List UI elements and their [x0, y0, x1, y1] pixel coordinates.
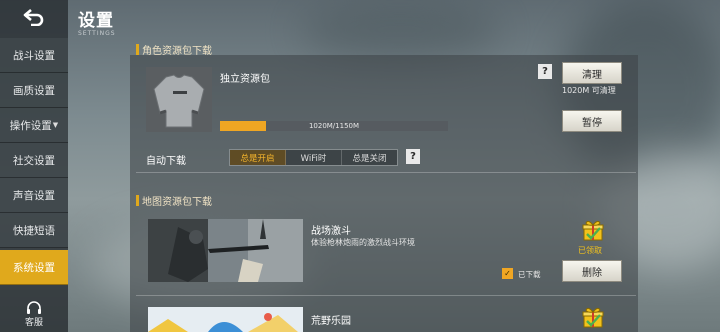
pack-name: 独立资源包 — [220, 74, 270, 85]
section-title-text: 角色资源包下载 — [142, 46, 212, 57]
progress-text: 1020M/1150M — [308, 122, 360, 130]
role-pack-thumbnail — [146, 67, 212, 132]
page-title: 设置 — [78, 11, 114, 31]
sidebar-item-graphics[interactable]: 画质设置 — [0, 73, 68, 108]
section-title-map-pack: 地图资源包下载 — [136, 193, 212, 208]
gift-icon — [582, 220, 604, 241]
sidebar-item-controls[interactable]: 操作设置 ▼ — [0, 108, 68, 143]
sidebar-item-label: 系统设置 — [13, 261, 55, 274]
map-title: 战场激斗 — [311, 226, 351, 237]
auto-download-label: 自动下载 — [146, 156, 186, 167]
page-subtitle: SETTINGS — [78, 30, 116, 37]
sidebar-item-combat[interactable]: 战斗设置 — [0, 38, 68, 73]
auto-download-help-button[interactable]: ? — [406, 149, 420, 164]
sidebar-item-label: 快捷短语 — [13, 224, 55, 237]
auto-download-toggle: 总是开启 WiFi时 总是关闭 — [229, 149, 398, 166]
section-title-text: 地图资源包下载 — [142, 197, 212, 208]
sidebar-item-label: 声音设置 — [13, 189, 55, 202]
headset-icon — [27, 300, 41, 314]
checkmark-icon: ✓ — [504, 269, 511, 278]
sidebar-item-label: 操作设置 — [9, 119, 52, 132]
map-description: 体验枪林炮雨的激烈战斗环境 — [311, 238, 415, 247]
help-button[interactable]: ? — [538, 64, 552, 79]
shirt-image — [146, 67, 212, 132]
header: 设置 SETTINGS — [78, 6, 116, 37]
customer-service-button[interactable]: 客服 — [0, 296, 68, 332]
sidebar: 战斗设置 画质设置 操作设置 ▼ 社交设置 声音设置 快捷短语 系统设置 客服 — [0, 0, 68, 332]
claimed-label: 已领取 — [578, 246, 602, 255]
sidebar-item-label: 画质设置 — [13, 84, 55, 97]
sidebar-item-system[interactable]: 系统设置 — [0, 250, 68, 285]
downloaded-label: 已下载 — [518, 270, 541, 279]
background-shape — [300, 0, 500, 60]
map-thumbnail-wild-park — [148, 307, 303, 332]
clear-button[interactable]: 清理 — [562, 62, 622, 84]
sidebar-item-label: 战斗设置 — [13, 49, 55, 62]
option-always-off[interactable]: 总是关闭 — [342, 150, 397, 165]
gift-icon — [582, 307, 604, 328]
colorful-scene-image — [148, 307, 303, 332]
delete-button[interactable]: 删除 — [562, 260, 622, 282]
back-button[interactable] — [0, 0, 68, 34]
back-arrow-icon — [23, 9, 44, 26]
sidebar-item-sound[interactable]: 声音设置 — [0, 178, 68, 213]
question-mark-icon: ? — [542, 66, 548, 77]
pause-button[interactable]: 暂停 — [562, 110, 622, 132]
map-title: 荒野乐园 — [311, 316, 351, 327]
sidebar-item-social[interactable]: 社交设置 — [0, 143, 68, 178]
clear-note: 1020M 可清理 — [562, 86, 616, 95]
divider — [136, 172, 636, 173]
map-thumbnail-battlefield — [148, 219, 303, 282]
question-mark-icon: ? — [410, 151, 416, 162]
divider — [136, 295, 636, 296]
section-title-role-pack: 角色资源包下载 — [136, 42, 212, 57]
option-always-on[interactable]: 总是开启 — [230, 150, 286, 165]
sidebar-item-label: 社交设置 — [13, 154, 55, 167]
option-wifi-only[interactable]: WiFi时 — [286, 150, 342, 165]
customer-service-label: 客服 — [24, 317, 43, 328]
battle-scene-image — [148, 219, 303, 282]
caret-down-icon: ▼ — [52, 121, 59, 129]
sidebar-item-quick-phrases[interactable]: 快捷短语 — [0, 213, 68, 248]
downloaded-checkbox[interactable]: ✓ — [502, 268, 513, 279]
